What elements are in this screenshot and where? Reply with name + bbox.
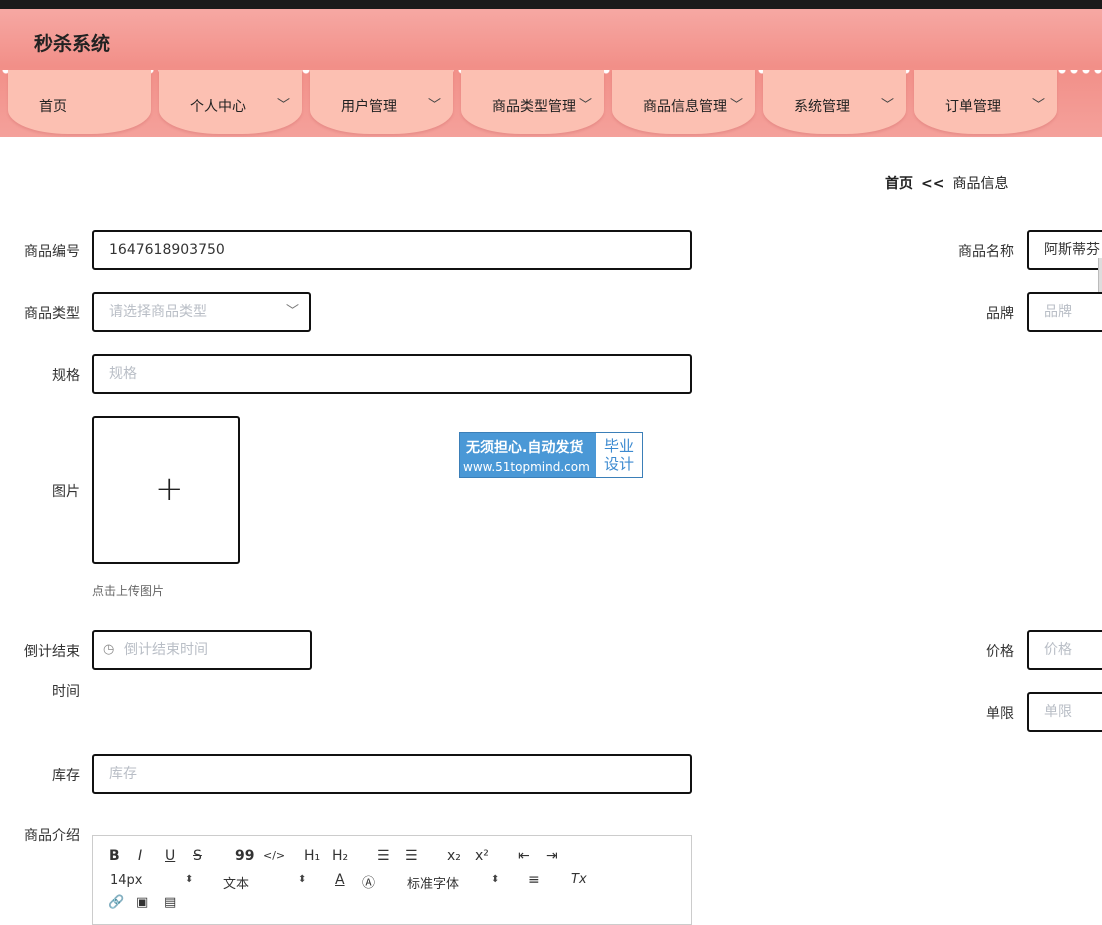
product-type-select[interactable]: 请选择商品类型 ﹀ (92, 292, 311, 332)
nav-label: 系统管理 (794, 99, 850, 115)
code-block-button[interactable]: </> (263, 849, 285, 862)
main-nav: 首页 个人中心 ﹀ 用户管理 ﹀ 商品类型管理 ﹀ 商品信息管理 ﹀ 系统管理 … (0, 70, 1102, 137)
countdown-placeholder: 倒计结束时间 (124, 642, 208, 658)
nav-item-users[interactable]: 用户管理 ﹀ (310, 70, 453, 134)
upload-tip: 点击上传图片 (92, 584, 165, 598)
chevron-down-icon: ﹀ (285, 304, 299, 319)
watermark-badge: 无须担心.自动发货 www.51topmind.com 毕业 设计 (459, 432, 643, 478)
updown-icon: ⬍ (298, 874, 307, 885)
font-color-button[interactable]: A (335, 872, 345, 888)
background-color-button[interactable]: Ⓐ (362, 872, 375, 891)
chevron-down-icon: ﹀ (1031, 98, 1045, 113)
brand-placeholder: 品牌 (1044, 304, 1072, 320)
video-icon[interactable]: ▤ (164, 895, 176, 910)
intro-label: 商品介绍 (24, 828, 80, 844)
nav-label: 首页 (39, 99, 67, 115)
plus-icon: + (155, 469, 184, 509)
nav-item-product-types[interactable]: 商品类型管理 ﹀ (461, 70, 604, 134)
limit-input[interactable]: 单限 (1027, 692, 1102, 732)
chevron-down-icon: ﹀ (880, 98, 894, 113)
nav-item-home[interactable]: 首页 (8, 70, 151, 134)
product-type-label: 商品类型 (24, 306, 80, 322)
app-title: 秒杀系统 (34, 33, 111, 55)
watermark-right2: 设计 (603, 455, 634, 473)
product-no-input[interactable]: 1647618903750 (92, 230, 692, 270)
stock-label: 库存 (52, 768, 80, 784)
clock-icon: ◷ (103, 642, 115, 657)
nav-item-orders[interactable]: 订单管理 ﹀ (914, 70, 1057, 134)
align-button[interactable]: ≡ (528, 872, 540, 888)
limit-placeholder: 单限 (1044, 704, 1072, 720)
breadcrumb-separator: << (921, 176, 945, 192)
strike-button[interactable]: S (193, 848, 202, 864)
nav-item-system[interactable]: 系统管理 ﹀ (763, 70, 906, 134)
nav-label: 订单管理 (945, 99, 1001, 115)
countdown-label-line1: 倒计结束 (24, 644, 80, 660)
underline-button[interactable]: U (165, 848, 175, 864)
brand-label: 品牌 (986, 306, 1014, 322)
image-upload[interactable]: + (92, 416, 240, 564)
price-label: 价格 (986, 644, 1014, 660)
chevron-down-icon: ﹀ (729, 98, 743, 113)
spec-label: 规格 (52, 368, 80, 384)
nav-label: 个人中心 (190, 99, 246, 115)
updown-icon: ⬍ (185, 874, 194, 885)
clean-format-button[interactable]: Tx (571, 872, 587, 887)
stock-placeholder: 库存 (109, 766, 137, 782)
header-select[interactable]: 文本 (223, 873, 249, 892)
font-family-select[interactable]: 标准字体 (407, 873, 459, 892)
bullet-list-button[interactable]: ☰ (405, 848, 418, 864)
product-name-input[interactable]: 阿斯蒂芬 (1027, 230, 1102, 270)
watermark-line2: www.51topmind.com (463, 460, 590, 474)
watermark-right1: 毕业 (603, 437, 634, 455)
link-icon[interactable]: 🔗 (108, 895, 124, 910)
product-name-label: 商品名称 (958, 244, 1014, 260)
product-no-label: 商品编号 (24, 244, 80, 260)
superscript-button[interactable]: x² (475, 848, 489, 864)
watermark-left: 无须担心.自动发货 www.51topmind.com (460, 433, 596, 477)
brand-input[interactable]: 品牌 (1027, 292, 1102, 332)
chevron-down-icon: ﹀ (276, 98, 290, 113)
image-label: 图片 (52, 484, 80, 500)
breadcrumb: 首页 << 商品信息 (885, 173, 1008, 193)
window-top-strip (0, 0, 1102, 9)
chevron-down-icon: ﹀ (578, 98, 592, 113)
countdown-label-line2: 时间 (52, 684, 80, 700)
h2-button[interactable]: H₂ (332, 848, 348, 864)
nav-item-product-info[interactable]: 商品信息管理 ﹀ (612, 70, 755, 134)
subscript-button[interactable]: x₂ (447, 848, 461, 864)
watermark-line1: 无须担心.自动发货 (466, 440, 584, 456)
h1-button[interactable]: H₁ (304, 848, 320, 864)
bold-button[interactable]: B (109, 848, 120, 864)
nav-label: 用户管理 (341, 99, 397, 115)
updown-icon: ⬍ (491, 874, 500, 885)
indent-increase-button[interactable]: ⇥ (546, 848, 558, 864)
countdown-datetime-input[interactable]: ◷ 倒计结束时间 (92, 630, 312, 670)
chevron-down-icon: ﹀ (427, 98, 441, 113)
breadcrumb-current: 商品信息 (952, 176, 1009, 192)
image-icon[interactable]: ▣ (136, 895, 148, 910)
nav-label: 商品信息管理 (643, 99, 727, 115)
price-placeholder: 价格 (1044, 642, 1072, 658)
italic-button[interactable]: I (138, 848, 142, 864)
spec-input[interactable]: 规格 (92, 354, 692, 394)
price-input[interactable]: 价格 (1027, 630, 1102, 670)
indent-decrease-button[interactable]: ⇤ (518, 848, 530, 864)
font-size-select[interactable]: 14px (110, 873, 143, 888)
nav-label: 商品类型管理 (492, 99, 576, 115)
nav-item-profile[interactable]: 个人中心 ﹀ (159, 70, 302, 134)
breadcrumb-home[interactable]: 首页 (885, 176, 913, 192)
blockquote-button[interactable]: 99 (235, 848, 254, 864)
ordered-list-button[interactable]: ☰ (377, 848, 390, 864)
rich-text-editor[interactable]: B I U S 99 </> H₁ H₂ ☰ ☰ x₂ x² ⇤ ⇥ 14px … (92, 835, 692, 925)
watermark-right: 毕业 设计 (596, 433, 642, 477)
spec-placeholder: 规格 (109, 366, 137, 382)
product-type-placeholder: 请选择商品类型 (109, 304, 207, 320)
limit-label: 单限 (986, 706, 1014, 722)
stock-input[interactable]: 库存 (92, 754, 692, 794)
